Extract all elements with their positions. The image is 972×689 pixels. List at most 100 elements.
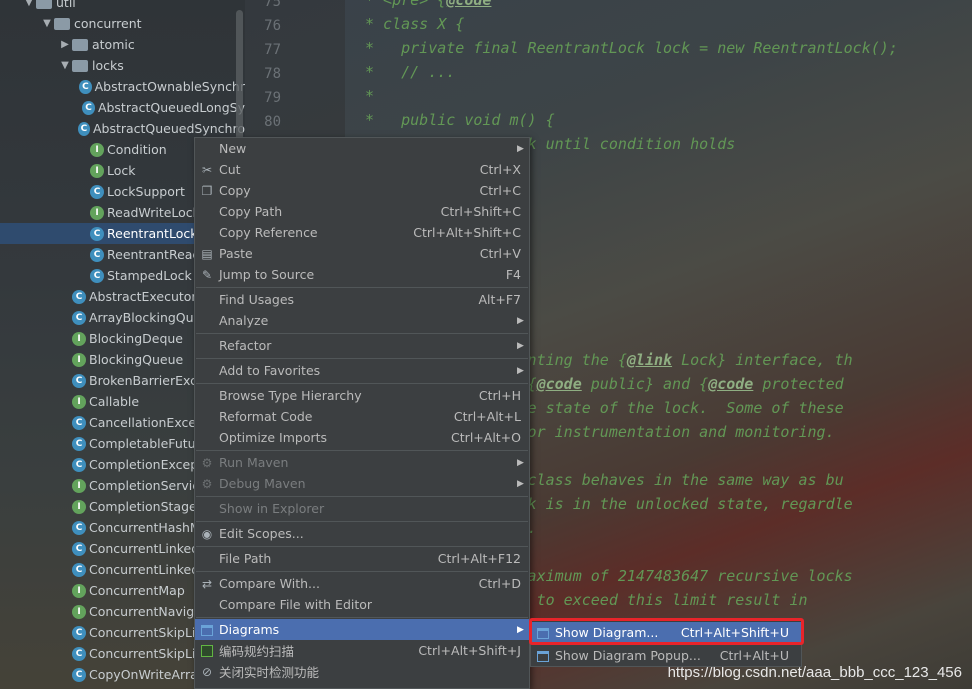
class-icon: C — [72, 436, 86, 451]
menu-item-shortcut: Ctrl+V — [479, 246, 521, 261]
menu-item-shortcut: Ctrl+Shift+C — [440, 204, 521, 219]
menu-item-shortcut: Alt+F7 — [478, 292, 521, 307]
menu-item-optimize-imports[interactable]: Optimize Imports Ctrl+Alt+O — [195, 427, 529, 448]
menu-item-diagrams[interactable]: Diagrams ▶ — [195, 619, 529, 640]
tree-item-label: ReentrantReac — [107, 247, 200, 262]
tree-scrollbar[interactable] — [236, 10, 243, 140]
menu-item-copy[interactable]: ❐ Copy Ctrl+C — [195, 180, 529, 201]
menu-item-copy-reference[interactable]: Copy Reference Ctrl+Alt+Shift+C — [195, 222, 529, 243]
collapse-arrow-icon[interactable]: ▶ — [58, 39, 72, 50]
menu-item-copy-path[interactable]: Copy Path Ctrl+Shift+C — [195, 201, 529, 222]
interface-icon: I — [72, 352, 86, 367]
code-line: * class X { — [365, 15, 465, 33]
menu-item-cut[interactable]: ✂ Cut Ctrl+X — [195, 159, 529, 180]
tree-item-label: Condition — [107, 142, 167, 157]
tree-item-label: CompletionStage — [89, 499, 197, 514]
tree-item-label: BrokenBarrierExc — [89, 373, 198, 388]
menu-item-browse-type-hierarchy[interactable]: Browse Type Hierarchy Ctrl+H — [195, 385, 529, 406]
tree-item-label: ReadWriteLock — [107, 205, 200, 220]
class-icon: C — [79, 79, 92, 94]
code-line: * — [365, 87, 375, 105]
expand-arrow-icon[interactable]: ▼ — [40, 18, 54, 29]
tree-item-label: CopyOnWriteArra — [89, 667, 198, 682]
menu-item-shortcut: Ctrl+H — [478, 388, 521, 403]
tree-item-label: LockSupport — [107, 184, 185, 199]
class-icon: C — [72, 289, 86, 304]
menu-item-label: Analyze — [219, 313, 269, 328]
line-number: 80 — [264, 114, 281, 130]
menu-item-add-to-favorites[interactable]: Add to Favorites ▶ — [195, 360, 529, 381]
interface-icon: I — [72, 604, 86, 619]
line-number: 77 — [264, 42, 281, 58]
interface-icon: I — [72, 331, 86, 346]
tree-item-abstractqueuedlongsy[interactable]: C AbstractQueuedLongSy — [0, 97, 245, 118]
menu-item-label: 编码规约扫描 — [219, 644, 295, 659]
interface-icon: I — [90, 163, 104, 178]
submenu-arrow-icon: ▶ — [517, 624, 524, 635]
compare-icon: ⇄ — [201, 576, 213, 591]
line-number: 79 — [264, 90, 281, 106]
menu-item-paste[interactable]: ▤ Paste Ctrl+V — [195, 243, 529, 264]
tree-item-util[interactable]: ▼ util — [0, 0, 245, 13]
menu-item-compare-file-with-editor[interactable]: Compare File with Editor — [195, 594, 529, 615]
scope-icon: ◉ — [201, 526, 213, 541]
package-folder-icon — [36, 0, 52, 9]
menu-item-item[interactable]: ⊘ 关闭实时检测功能 — [195, 661, 529, 682]
menu-item-edit-scopes[interactable]: ◉ Edit Scopes... — [195, 523, 529, 544]
tree-item-abstractqueuedsynchro[interactable]: C AbstractQueuedSynchro — [0, 118, 245, 139]
menu-item-debug-maven: ⚙ Debug Maven ▶ — [195, 473, 529, 494]
tree-item-locks[interactable]: ▼ locks — [0, 55, 245, 76]
class-icon: C — [72, 457, 86, 472]
menu-item-label: Copy — [219, 183, 251, 198]
tree-item-atomic[interactable]: ▶ atomic — [0, 34, 245, 55]
menu-item-label: Debug Maven — [219, 476, 306, 491]
submenu-item-show-diagram-popup[interactable]: Show Diagram Popup... Ctrl+Alt+U — [531, 645, 801, 666]
menu-item-refactor[interactable]: Refactor ▶ — [195, 335, 529, 356]
code-line: * private final ReentrantLock lock = new… — [365, 39, 898, 57]
edit-icon: ✎ — [201, 267, 213, 282]
tree-item-label: StampedLock — [107, 268, 192, 283]
menu-item-label: Copy Path — [219, 204, 283, 219]
menu-item-file-path[interactable]: File Path Ctrl+Alt+F12 — [195, 548, 529, 569]
menu-item-analyze[interactable]: Analyze ▶ — [195, 310, 529, 331]
tree-item-label: ArrayBlockingQue — [89, 310, 202, 325]
menu-item-label: Run Maven — [219, 455, 289, 470]
gear-icon: ⚙ — [201, 455, 213, 470]
menu-item-label: File Path — [219, 551, 272, 566]
scan-icon — [195, 644, 219, 658]
tree-item-label: CancellationExcep — [89, 415, 204, 430]
package-folder-icon — [72, 38, 88, 51]
class-icon: C — [90, 184, 104, 199]
menu-item-label: Jump to Source — [219, 267, 315, 282]
expand-arrow-icon[interactable]: ▼ — [58, 60, 72, 71]
submenu-item-shortcut: Ctrl+Alt+U — [719, 648, 789, 663]
menu-item-label: Cut — [219, 162, 241, 177]
menu-item-label: 关闭实时检测功能 — [219, 665, 320, 680]
menu-separator — [196, 333, 528, 334]
menu-item-find-usages[interactable]: Find Usages Alt+F7 — [195, 289, 529, 310]
tree-item-abstractownablesynchr[interactable]: C AbstractOwnableSynchr — [0, 76, 245, 97]
menu-separator — [196, 521, 528, 522]
menu-item-jump-to-source[interactable]: ✎ Jump to Source F4 — [195, 264, 529, 285]
highlight-box — [529, 618, 804, 645]
menu-separator — [196, 546, 528, 547]
expand-arrow-icon[interactable]: ▼ — [22, 0, 36, 8]
menu-item-run-maven: ⚙ Run Maven ▶ — [195, 452, 529, 473]
menu-item-shortcut: F4 — [505, 267, 521, 282]
line-number: 75 — [264, 0, 281, 10]
menu-item-new[interactable]: New ▶ — [195, 138, 529, 159]
menu-item-label: Show in Explorer — [219, 501, 325, 516]
menu-separator — [196, 358, 528, 359]
line-number: 78 — [264, 66, 281, 82]
menu-item-label: Optimize Imports — [219, 430, 328, 445]
menu-item-shortcut: Ctrl+D — [478, 576, 521, 591]
tree-item-concurrent[interactable]: ▼ concurrent — [0, 13, 245, 34]
menu-item-item[interactable]: 编码规约扫描 Ctrl+Alt+Shift+J — [195, 640, 529, 661]
menu-item-compare-with[interactable]: ⇄ Compare With... Ctrl+D — [195, 573, 529, 594]
menu-item-label: Compare With... — [219, 576, 320, 591]
menu-item-shortcut: Ctrl+X — [479, 162, 521, 177]
menu-item-reformat-code[interactable]: Reformat Code Ctrl+Alt+L — [195, 406, 529, 427]
menu-item-shortcut: Ctrl+Alt+Shift+C — [413, 225, 521, 240]
copy-icon: ❐ — [201, 183, 213, 198]
menu-item-shortcut: Ctrl+Alt+O — [451, 430, 521, 445]
